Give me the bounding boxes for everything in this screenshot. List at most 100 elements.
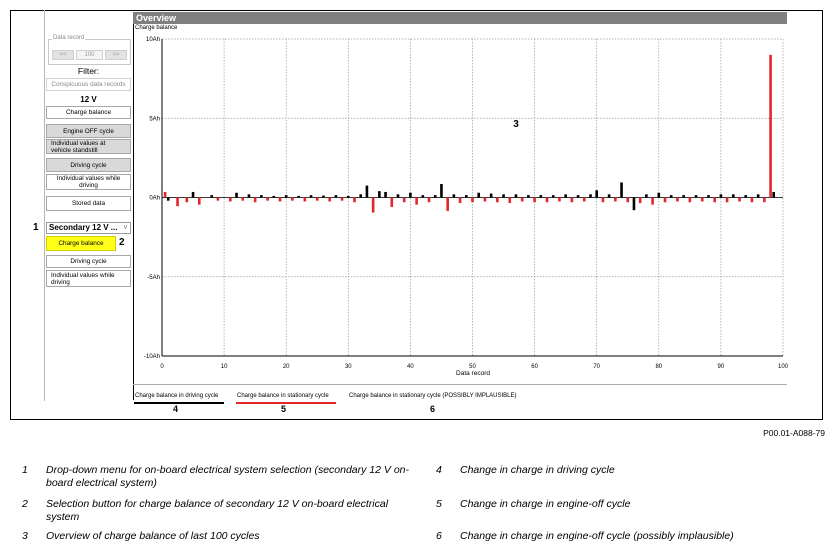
legend-stationary-label: Charge balance in stationary cycle [237, 393, 329, 399]
bar-stationary [163, 191, 167, 198]
bar-driving [657, 192, 661, 198]
bar-driving [166, 197, 170, 201]
bar-stationary [545, 197, 549, 203]
caption-1-number: 1 [22, 464, 28, 476]
bar-driving [772, 191, 775, 198]
bar-driving [433, 195, 437, 198]
bar-stationary [651, 197, 654, 205]
bar-driving [502, 194, 505, 198]
bar-driving [359, 194, 363, 198]
caption-2-text: Selection button for charge balance of s… [46, 498, 389, 523]
bar-stationary [291, 197, 294, 201]
y-tick-label: 0Ah [149, 196, 160, 202]
bar-driving [645, 194, 648, 198]
bar-stationary [558, 197, 561, 202]
bar-stationary [725, 197, 729, 203]
bar-driving [489, 193, 493, 198]
bar-driving [322, 195, 325, 198]
bar-driving [440, 184, 443, 198]
callout-6: 6 [430, 404, 436, 414]
legend-driving-swatch [134, 402, 224, 404]
bar-stationary [769, 54, 772, 198]
bar-stationary [303, 197, 307, 202]
y-tick-label: -10Ah [144, 354, 160, 360]
y-tick-label: 5Ah [149, 116, 160, 122]
bar-driving [260, 195, 263, 198]
bar-stationary [520, 197, 524, 202]
bar-stationary [241, 197, 245, 201]
bar-stationary [315, 197, 319, 201]
caption-4-text: Change in charge in driving cycle [460, 464, 615, 476]
bar-stationary [738, 197, 741, 202]
bar-stationary [676, 197, 679, 202]
x-tick-label: 60 [531, 364, 538, 370]
bar-stationary [663, 197, 667, 203]
bar-driving [595, 190, 598, 198]
bar-stationary [614, 197, 617, 202]
bar-stationary [533, 197, 536, 203]
bar-stationary [390, 197, 394, 208]
bar-stationary [371, 197, 375, 213]
bar-stationary [278, 197, 282, 202]
x-tick-label: 70 [593, 364, 600, 370]
callout-4: 4 [173, 404, 179, 414]
bar-stationary [700, 197, 704, 202]
bar-driving [191, 191, 195, 198]
bar-driving [309, 195, 313, 198]
bar-driving [272, 195, 276, 198]
bar-stationary [266, 197, 269, 201]
bar-stationary [496, 197, 499, 203]
chart-axes: 0 10 20 30 40 50 60 70 80 90 10010Ah5Ah0Ah-5Ah-10A… [144, 37, 789, 370]
x-tick-label: 20 [283, 364, 290, 370]
bar-driving [452, 194, 456, 198]
bar-driving [732, 194, 735, 198]
legend-implausible-label: Charge balance in stationary cycle (POSS… [349, 393, 517, 399]
bar-stationary [253, 197, 257, 203]
bar-driving [409, 192, 412, 198]
bar-driving [589, 194, 592, 198]
bar-driving [707, 195, 710, 198]
bar-stationary [328, 197, 331, 202]
callout-5: 5 [281, 404, 287, 414]
bar-driving [421, 195, 425, 198]
bar-driving [334, 195, 338, 198]
x-axis-label: Data record [456, 370, 490, 377]
bar-stationary [216, 197, 220, 201]
bar-stationary [582, 197, 586, 202]
bar-stationary [340, 197, 344, 201]
bar-stationary [763, 197, 766, 203]
x-tick-label: 80 [655, 364, 662, 370]
bar-driving [247, 194, 251, 198]
bar-driving [210, 195, 213, 198]
bar-stationary [415, 197, 418, 205]
bar-stationary [750, 197, 754, 203]
x-tick-label: 30 [345, 364, 352, 370]
bar-driving [551, 195, 555, 198]
bar-driving [719, 194, 723, 198]
caption-6-number: 6 [436, 530, 442, 542]
bar-stationary [176, 197, 179, 207]
bar-driving [347, 195, 350, 198]
bar-stationary [483, 197, 487, 202]
bar-stationary [229, 197, 232, 202]
bar-stationary [638, 197, 642, 204]
bar-stationary [713, 197, 716, 203]
bar-stationary [197, 197, 201, 205]
bar-driving [235, 192, 238, 198]
x-tick-label: 10 [221, 364, 228, 370]
bar-stationary [458, 197, 462, 204]
bar-driving [384, 191, 387, 198]
bar-stationary [508, 197, 512, 204]
x-tick-label: 40 [407, 364, 414, 370]
bar-driving [669, 195, 673, 198]
caption-5-text: Change in charge in engine-off cycle [460, 498, 631, 510]
legend-divider [133, 384, 787, 385]
bar-driving [620, 182, 623, 198]
bar-stationary [353, 197, 356, 203]
y-tick-label: -5Ah [147, 275, 160, 281]
bar-stationary [427, 197, 431, 203]
bar-driving [514, 194, 518, 198]
bar-driving [607, 194, 611, 198]
caption-4-number: 4 [436, 464, 442, 476]
bar-driving [396, 194, 400, 198]
